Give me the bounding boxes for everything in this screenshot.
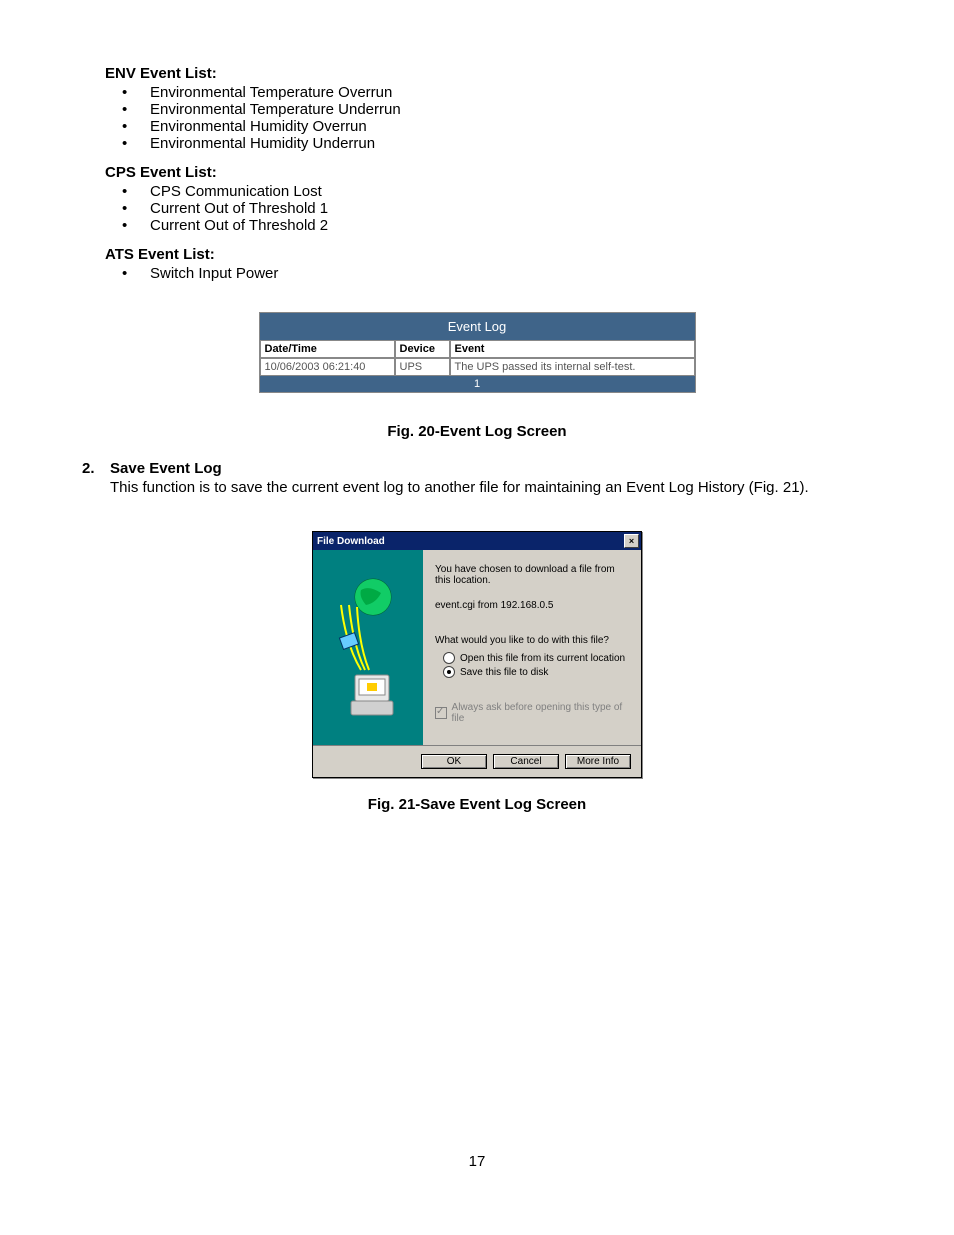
- cancel-button[interactable]: Cancel: [493, 754, 559, 769]
- radio-save[interactable]: Save this file to disk: [443, 666, 629, 678]
- dialog-title: File Download: [317, 536, 385, 547]
- page-number: 17: [70, 1153, 884, 1170]
- cps-heading: CPS Event List:: [105, 164, 884, 181]
- event-log-table: Event Log Date/Time Device Event 10/06/2…: [259, 312, 696, 393]
- always-ask-checkbox[interactable]: Always ask before opening this type of f…: [435, 702, 629, 724]
- download-icon: [313, 550, 423, 745]
- list-item: Environmental Temperature Overrun: [122, 84, 884, 101]
- col-datetime: Date/Time: [260, 340, 395, 358]
- env-heading: ENV Event List:: [105, 65, 884, 82]
- fig21-caption: Fig. 21-Save Event Log Screen: [70, 796, 884, 813]
- file-download-dialog: File Download × You have chosen to downl…: [312, 531, 642, 778]
- list-item: CPS Communication Lost: [122, 183, 884, 200]
- checkbox-label: Always ask before opening this type of f…: [452, 702, 629, 724]
- cell-device: UPS: [395, 358, 450, 376]
- radio-label: Save this file to disk: [460, 667, 548, 678]
- section-number: 2.: [82, 460, 110, 477]
- radio-icon: [443, 652, 455, 664]
- section-title: Save Event Log: [110, 460, 222, 477]
- ok-button[interactable]: OK: [421, 754, 487, 769]
- fig20-caption: Fig. 20-Event Log Screen: [70, 423, 884, 440]
- dialog-file: event.cgi from 192.168.0.5: [435, 600, 629, 611]
- list-item: Environmental Temperature Underrun: [122, 101, 884, 118]
- radio-open[interactable]: Open this file from its current location: [443, 652, 629, 664]
- list-item: Switch Input Power: [122, 265, 884, 282]
- col-event: Event: [450, 340, 695, 358]
- close-icon[interactable]: ×: [624, 534, 639, 548]
- event-log-footer: 1: [260, 376, 695, 392]
- checkbox-icon: [435, 707, 447, 719]
- list-item: Environmental Humidity Overrun: [122, 118, 884, 135]
- cell-event: The UPS passed its internal self-test.: [450, 358, 695, 376]
- list-item: Environmental Humidity Underrun: [122, 135, 884, 152]
- cps-list: CPS Communication Lost Current Out of Th…: [122, 183, 884, 234]
- section-2: 2. Save Event Log: [82, 460, 884, 477]
- ats-list: Switch Input Power: [122, 265, 884, 282]
- ats-heading: ATS Event List:: [105, 246, 884, 263]
- radio-label: Open this file from its current location: [460, 653, 625, 664]
- dialog-msg: You have chosen to download a file from …: [435, 564, 629, 586]
- list-item: Current Out of Threshold 1: [122, 200, 884, 217]
- cell-datetime: 10/06/2003 06:21:40: [260, 358, 395, 376]
- section-desc: This function is to save the current eve…: [110, 479, 884, 496]
- table-row: 10/06/2003 06:21:40 UPS The UPS passed i…: [260, 358, 695, 376]
- radio-icon: [443, 666, 455, 678]
- dialog-question: What would you like to do with this file…: [435, 635, 629, 646]
- col-device: Device: [395, 340, 450, 358]
- list-item: Current Out of Threshold 2: [122, 217, 884, 234]
- env-list: Environmental Temperature Overrun Enviro…: [122, 84, 884, 152]
- more-info-button[interactable]: More Info: [565, 754, 631, 769]
- event-log-title: Event Log: [260, 313, 695, 340]
- table-header: Date/Time Device Event: [260, 340, 695, 358]
